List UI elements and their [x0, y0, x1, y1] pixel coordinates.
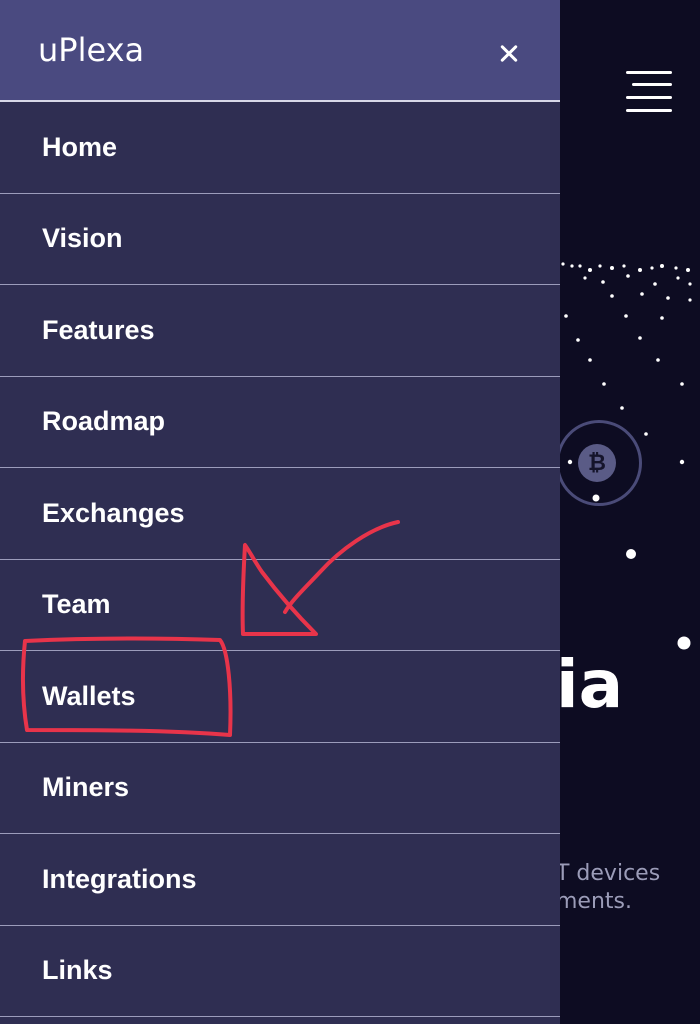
menu-item-integrations[interactable]: Integrations [0, 834, 560, 926]
drawer-header: uPlexa [0, 0, 560, 102]
menu-item-vision[interactable]: Vision [0, 194, 560, 285]
brand-title[interactable]: uPlexa [38, 30, 144, 70]
menu-item-features[interactable]: Features [0, 285, 560, 377]
menu-item-home[interactable]: Home [0, 102, 560, 194]
hero-subtitle-fragment: T devices ments. [556, 860, 660, 916]
menu-item-miners[interactable]: Miners [0, 743, 560, 834]
hero-title-fragment: ia [556, 646, 624, 723]
hero-subtitle-line-2: ments. [556, 889, 632, 914]
drawer-menu: Home Vision Features Roadmap Exchanges T… [0, 102, 560, 1017]
menu-item-roadmap[interactable]: Roadmap [0, 377, 560, 468]
bitcoin-icon: ₿ [578, 444, 616, 482]
menu-item-links[interactable]: Links [0, 926, 560, 1017]
menu-item-team[interactable]: Team [0, 560, 560, 651]
close-icon[interactable] [490, 34, 528, 72]
navigation-drawer: uPlexa Home Vision Features Roadmap Exch… [0, 0, 560, 1024]
menu-item-exchanges[interactable]: Exchanges [0, 468, 560, 560]
menu-item-wallets[interactable]: Wallets [0, 651, 560, 743]
hero-subtitle-line-1: T devices [556, 861, 661, 886]
